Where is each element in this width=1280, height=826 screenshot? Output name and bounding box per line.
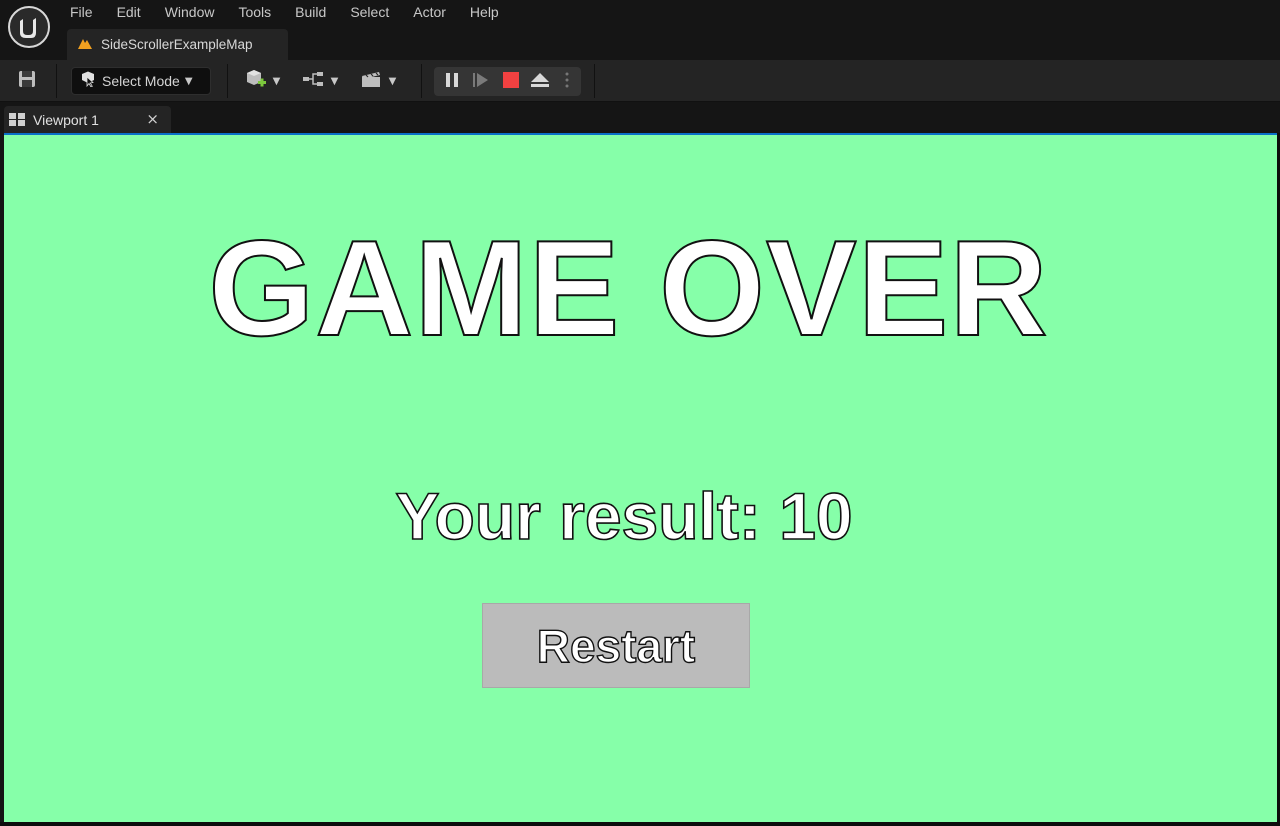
chevron-down-icon: ▼ [184,75,193,87]
pause-button[interactable] [440,70,464,93]
add-actor-button[interactable]: ▼ [240,68,284,94]
toolbar-divider [227,64,228,98]
restart-button[interactable]: Restart [482,603,750,688]
stop-button[interactable] [499,70,523,93]
menu-tools[interactable]: Tools [226,0,283,26]
level-tab-label: SideScrollerExampleMap [101,37,253,52]
eject-icon [530,72,550,92]
menu-actor[interactable]: Actor [401,0,458,26]
step-frame-button[interactable] [469,70,493,93]
main-toolbar: Select Mode ▼ ▼ ▼ ▼ [0,60,1280,102]
step-icon [472,72,490,92]
menu-build[interactable]: Build [283,0,338,26]
blueprints-button[interactable]: ▼ [298,68,342,94]
menu-edit[interactable]: Edit [105,0,153,26]
chevron-down-icon: ▼ [330,75,339,87]
select-mode-dropdown[interactable]: Select Mode ▼ [71,67,211,95]
menu-window[interactable]: Window [153,0,227,26]
game-over-title: GAME OVER [207,212,1049,364]
menu-bar: File Edit Window Tools Build Select Acto… [58,0,511,26]
menu-file[interactable]: File [58,0,105,26]
pause-icon [445,72,459,92]
cinematics-icon [360,69,384,93]
level-tab[interactable]: SideScrollerExampleMap [67,29,288,60]
select-mode-label: Select Mode [102,73,180,89]
stop-icon [503,71,519,92]
menu-select[interactable]: Select [338,0,401,26]
unreal-editor-window: File Edit Window Tools Build Select Acto… [0,0,1280,826]
window-edge [0,822,1280,826]
title-bar: File Edit Window Tools Build Select Acto… [0,0,1280,60]
save-button[interactable] [12,68,42,94]
blueprint-icon [302,70,326,92]
menu-help[interactable]: Help [458,0,511,26]
restart-button-label: Restart [536,619,696,672]
cinematics-button[interactable]: ▼ [356,68,400,94]
chevron-down-icon: ▼ [388,75,397,87]
add-actor-icon [244,68,268,94]
play-options-button[interactable] [559,70,575,93]
viewport-tab-label: Viewport 1 [33,112,99,128]
play-controls [434,67,581,96]
viewport-tab-bar: Viewport 1 × [0,103,1280,134]
chevron-down-icon: ▼ [272,75,281,87]
eject-button[interactable] [528,70,552,93]
toolbar-divider [56,64,57,98]
more-options-icon [565,71,569,93]
unreal-logo-icon[interactable] [8,6,50,48]
toolbar-divider [594,64,595,98]
toolbar-divider [421,64,422,98]
result-text: Your result: 10 [395,479,854,553]
viewport-tab[interactable]: Viewport 1 × [4,106,171,134]
close-icon[interactable]: × [146,110,159,128]
viewport-layout-icon [9,111,25,130]
level-map-icon [77,35,93,54]
game-viewport[interactable]: GAME OVER Your result: 10 Restart [4,133,1277,822]
save-icon [18,70,36,92]
select-arrow-icon [80,71,96,91]
